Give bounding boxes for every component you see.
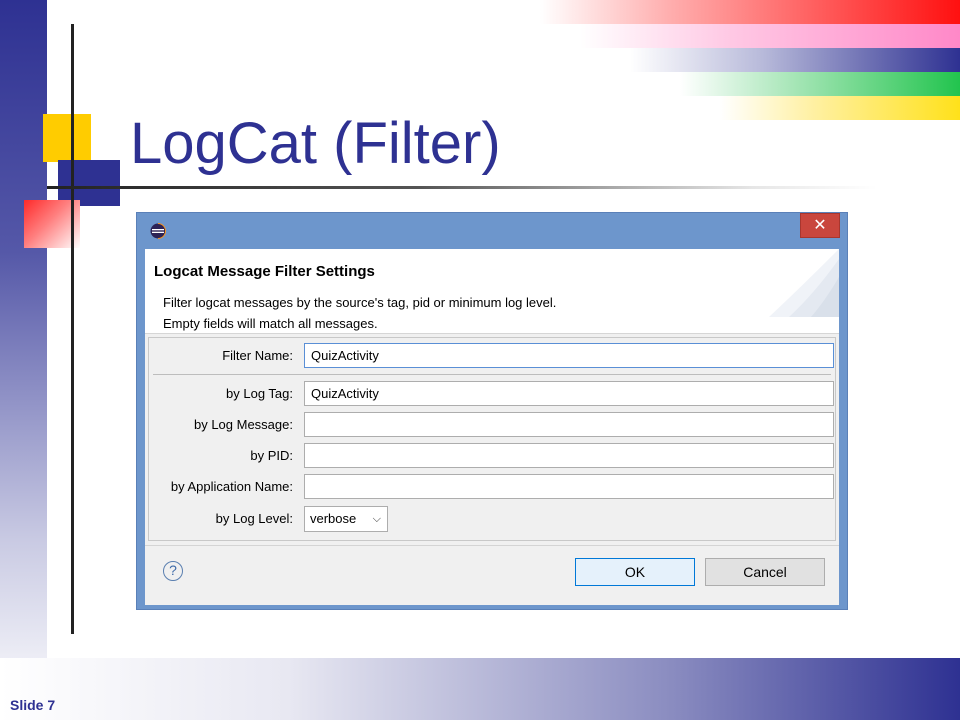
filter-form: Filter Name: by Log Tag: by Log Message:…	[148, 337, 836, 541]
filter-name-label: Filter Name:	[222, 348, 293, 363]
dialog-description-line1: Filter logcat messages by the source's t…	[163, 295, 557, 310]
application-name-label: by Application Name:	[170, 479, 293, 494]
log-tag-label: by Log Tag:	[226, 386, 293, 401]
header-banner-graphic	[769, 249, 839, 317]
dialog-header-title: Logcat Message Filter Settings	[154, 263, 375, 280]
log-message-label: by Log Message:	[193, 417, 293, 432]
slide-left-bar	[0, 0, 47, 720]
form-separator	[153, 374, 831, 375]
decor-stripe-red	[540, 0, 960, 24]
log-level-value: verbose	[310, 511, 357, 526]
decor-stripe-blue	[630, 48, 960, 72]
help-icon[interactable]: ?	[163, 561, 183, 581]
button-bar-separator	[145, 545, 839, 546]
pid-input[interactable]	[304, 443, 834, 468]
slide-number: Slide 7	[10, 697, 56, 713]
dialog-body: Logcat Message Filter Settings Filter lo…	[145, 249, 839, 605]
ok-button[interactable]: OK	[575, 558, 695, 586]
dialog-description-line2: Empty fields will match all messages.	[163, 316, 378, 331]
app-icon	[150, 223, 166, 239]
slide-title: LogCat (Filter)	[130, 111, 501, 176]
decor-stripe-green	[680, 72, 960, 96]
slide-footer-bar	[0, 658, 960, 720]
log-tag-input[interactable]	[304, 381, 834, 406]
chevron-down-icon: ⌵	[372, 513, 381, 525]
decor-square-yellow	[43, 114, 91, 162]
application-name-input[interactable]	[304, 474, 834, 499]
decor-stripe-pink	[580, 24, 960, 48]
close-icon: ✕	[813, 217, 827, 234]
close-button[interactable]: ✕	[800, 213, 840, 238]
log-message-input[interactable]	[304, 412, 834, 437]
filter-name-input[interactable]	[304, 343, 834, 368]
decor-horizontal-line	[47, 186, 877, 189]
cancel-button[interactable]: Cancel	[705, 558, 825, 586]
pid-label: by PID:	[250, 448, 293, 463]
log-level-select[interactable]: verbose ⌵	[304, 506, 388, 532]
logcat-filter-dialog: ✕ Logcat Message Filter Settings Filter …	[136, 212, 848, 610]
decor-stripe-yellow	[720, 96, 960, 120]
dialog-header: Logcat Message Filter Settings Filter lo…	[145, 249, 839, 334]
dialog-titlebar[interactable]: ✕	[137, 213, 847, 249]
decor-vertical-line	[71, 24, 74, 634]
help-glyph: ?	[169, 562, 177, 578]
log-level-label: by Log Level:	[215, 511, 293, 526]
